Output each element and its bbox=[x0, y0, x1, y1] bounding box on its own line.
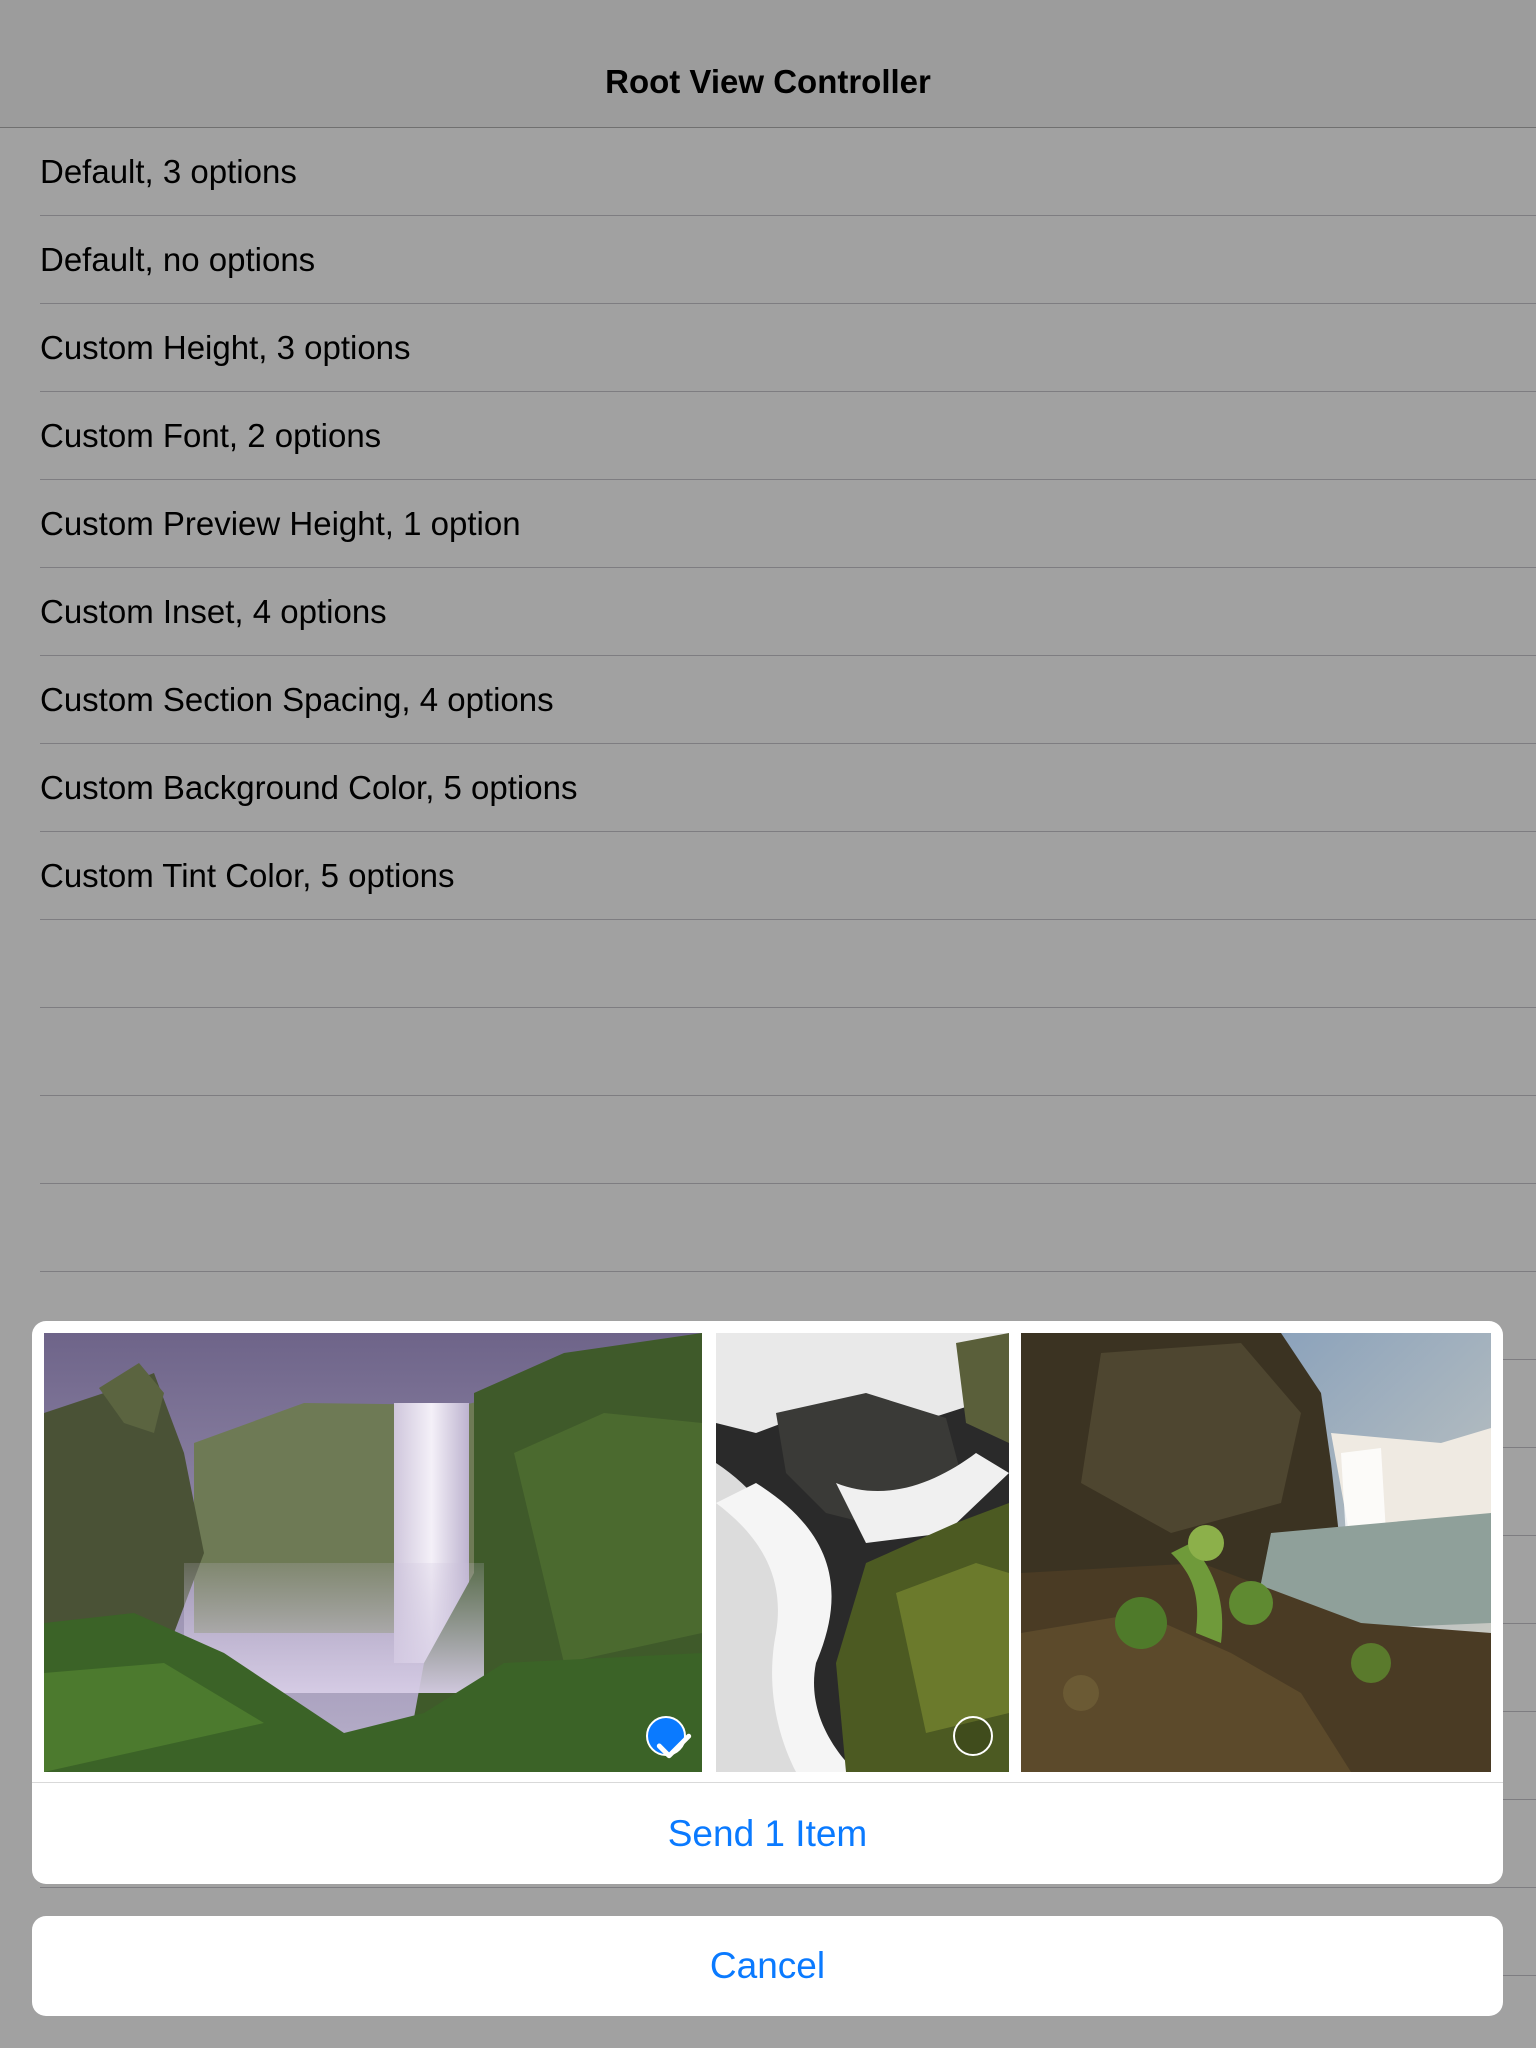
send-items-button[interactable]: Send 1 Item bbox=[32, 1783, 1503, 1884]
stream-rocks-image bbox=[716, 1333, 1009, 1772]
photo-preview-strip[interactable] bbox=[32, 1321, 1503, 1783]
selected-check-icon[interactable] bbox=[646, 1716, 692, 1759]
stream-rocks-photo[interactable] bbox=[716, 1333, 1009, 1772]
checkmark-icon bbox=[656, 1733, 692, 1759]
river-waterfall-image bbox=[1021, 1333, 1491, 1772]
river-waterfall-photo[interactable] bbox=[1021, 1333, 1491, 1772]
cancel-button[interactable]: Cancel bbox=[32, 1916, 1503, 2016]
waterfall-cliff-image bbox=[44, 1333, 702, 1772]
unselected-circle-icon[interactable] bbox=[953, 1716, 993, 1756]
image-picker-sheet: Send 1 Item bbox=[32, 1321, 1503, 1884]
waterfall-cliff-photo[interactable] bbox=[44, 1333, 702, 1772]
